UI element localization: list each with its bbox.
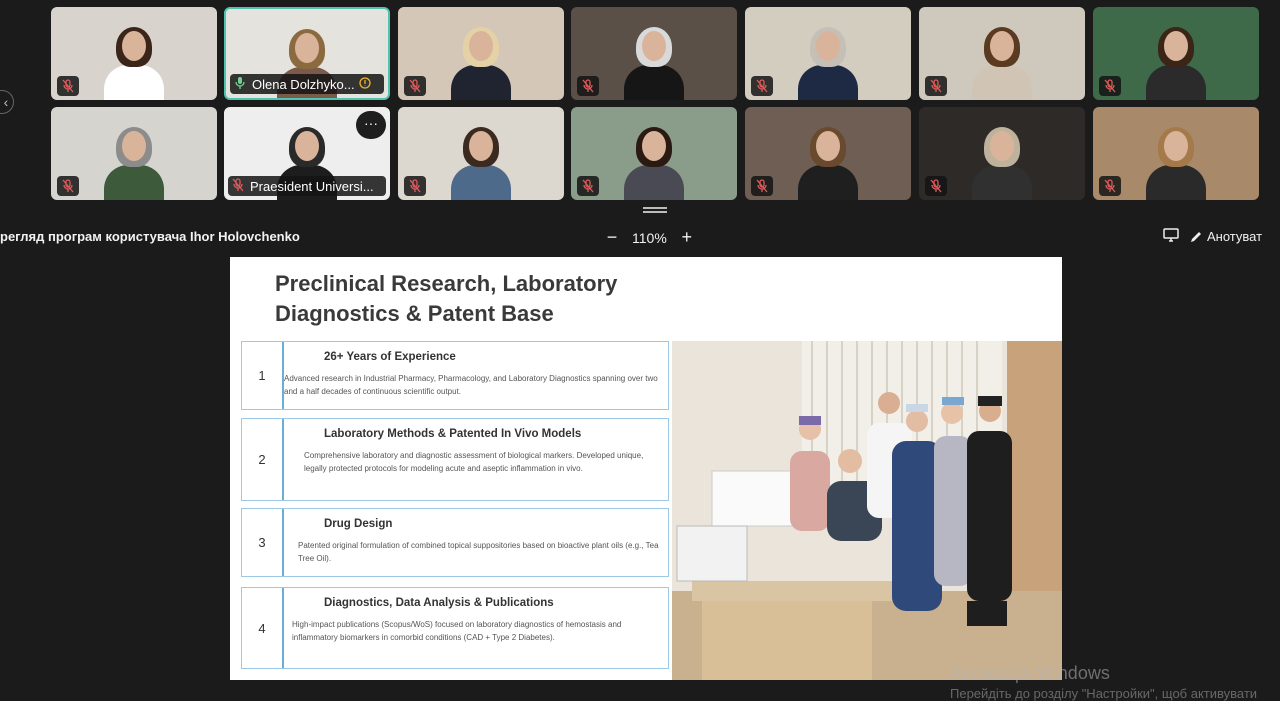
card-description: Advanced research in Industrial Pharmacy… [284,374,658,396]
annotate-label: Анотуват [1207,229,1263,244]
card-number: 4 [242,588,284,668]
shared-slide: Preclinical Research, Laboratory Diagnos… [230,257,1062,680]
participant-tile[interactable] [1093,7,1259,100]
network-warning-icon [358,76,371,92]
slide-title: Preclinical Research, Laboratory Diagnos… [275,271,618,326]
mic-muted-icon [751,176,773,196]
participant-name: Olena Dolzhyko... [252,76,355,92]
card-number: 3 [242,509,284,576]
participant-video [798,27,858,100]
participant-tile[interactable] [745,7,911,100]
mic-muted-icon [925,176,947,196]
mic-muted-icon [577,176,599,196]
participant-video [624,127,684,200]
more-options-button[interactable]: ··· [356,111,386,139]
card-description: Patented original formulation of combine… [298,541,659,563]
mic-muted-icon [57,76,79,96]
card-title: Drug Design [324,518,393,530]
participant-name-bar: Olena Dolzhyko... [230,74,384,94]
screen-view-icon[interactable] [1163,228,1179,245]
card-description: Comprehensive laboratory and diagnostic … [304,451,644,473]
card-number: 2 [242,419,284,500]
participant-video [104,27,164,100]
lab-team-photo [672,341,1062,680]
mic-muted-icon [57,176,79,196]
screen-share-title: регляд програм користувача Ihor Holovche… [0,229,300,244]
mic-muted-icon [1099,176,1121,196]
mic-muted-icon [751,76,773,96]
mic-muted-icon [577,76,599,96]
participant-video [1146,127,1206,200]
card-title: Laboratory Methods & Patented In Vivo Mo… [324,428,582,440]
feature-card-4: 4 Diagnostics, Data Analysis & Publicati… [241,587,669,669]
mic-muted-icon [404,76,426,96]
participant-tile[interactable] [1093,107,1259,200]
participant-tile[interactable] [745,107,911,200]
mic-muted-icon [404,176,426,196]
participant-video [104,127,164,200]
mic-muted-icon [1099,76,1121,96]
annotate-controls: Анотуват [1163,228,1262,245]
card-title: Diagnostics, Data Analysis & Publication… [324,597,554,609]
card-number: 1 [242,342,284,409]
card-title: 26+ Years of Experience [324,351,456,363]
participant-name: Praesident Universi... [250,178,374,194]
windows-activation-hint: Перейдіть до розділу "Настройки", щоб ак… [950,686,1258,701]
zoom-level: 110% [632,229,667,246]
feature-card-1: 1 26+ Years of Experience Advanced resea… [241,341,669,410]
participant-video [451,127,511,200]
participant-video [972,127,1032,200]
previous-page-button[interactable]: ‹ [0,90,14,114]
participant-tile[interactable] [571,7,737,100]
zoom-controls: − 110% + [604,227,695,248]
annotate-button[interactable]: Анотуват [1189,229,1262,244]
participant-video [451,27,511,100]
participant-tile[interactable] [51,7,217,100]
windows-activation-watermark: Активація Windows [950,663,1110,683]
feature-card-2: 2 Laboratory Methods & Patented In Vivo … [241,418,669,501]
mic-icon [234,76,246,93]
participant-video [1146,27,1206,100]
zoom-in-button[interactable]: + [679,227,695,248]
feature-card-3: 3 Drug Design Patented original formulat… [241,508,669,577]
mic-muted-icon [925,76,947,96]
participant-tile[interactable] [398,107,564,200]
zoom-out-button[interactable]: − [604,227,620,248]
participant-tile[interactable] [919,7,1085,100]
mic-muted-icon [232,177,244,195]
card-description: High-impact publications (Scopus/WoS) fo… [292,620,622,642]
resize-handle[interactable] [643,207,667,213]
participant-tile[interactable] [919,107,1085,200]
participant-tile[interactable] [571,107,737,200]
participant-name-bar: Praesident Universi... [228,176,386,196]
participant-tile[interactable] [398,7,564,100]
participant-video [624,27,684,100]
participant-tile[interactable]: Praesident Universi... ··· [224,107,390,200]
participant-video [972,27,1032,100]
participant-tile[interactable]: Olena Dolzhyko... [224,7,390,100]
participant-video [798,127,858,200]
pen-icon [1191,231,1201,242]
participant-tile[interactable] [51,107,217,200]
